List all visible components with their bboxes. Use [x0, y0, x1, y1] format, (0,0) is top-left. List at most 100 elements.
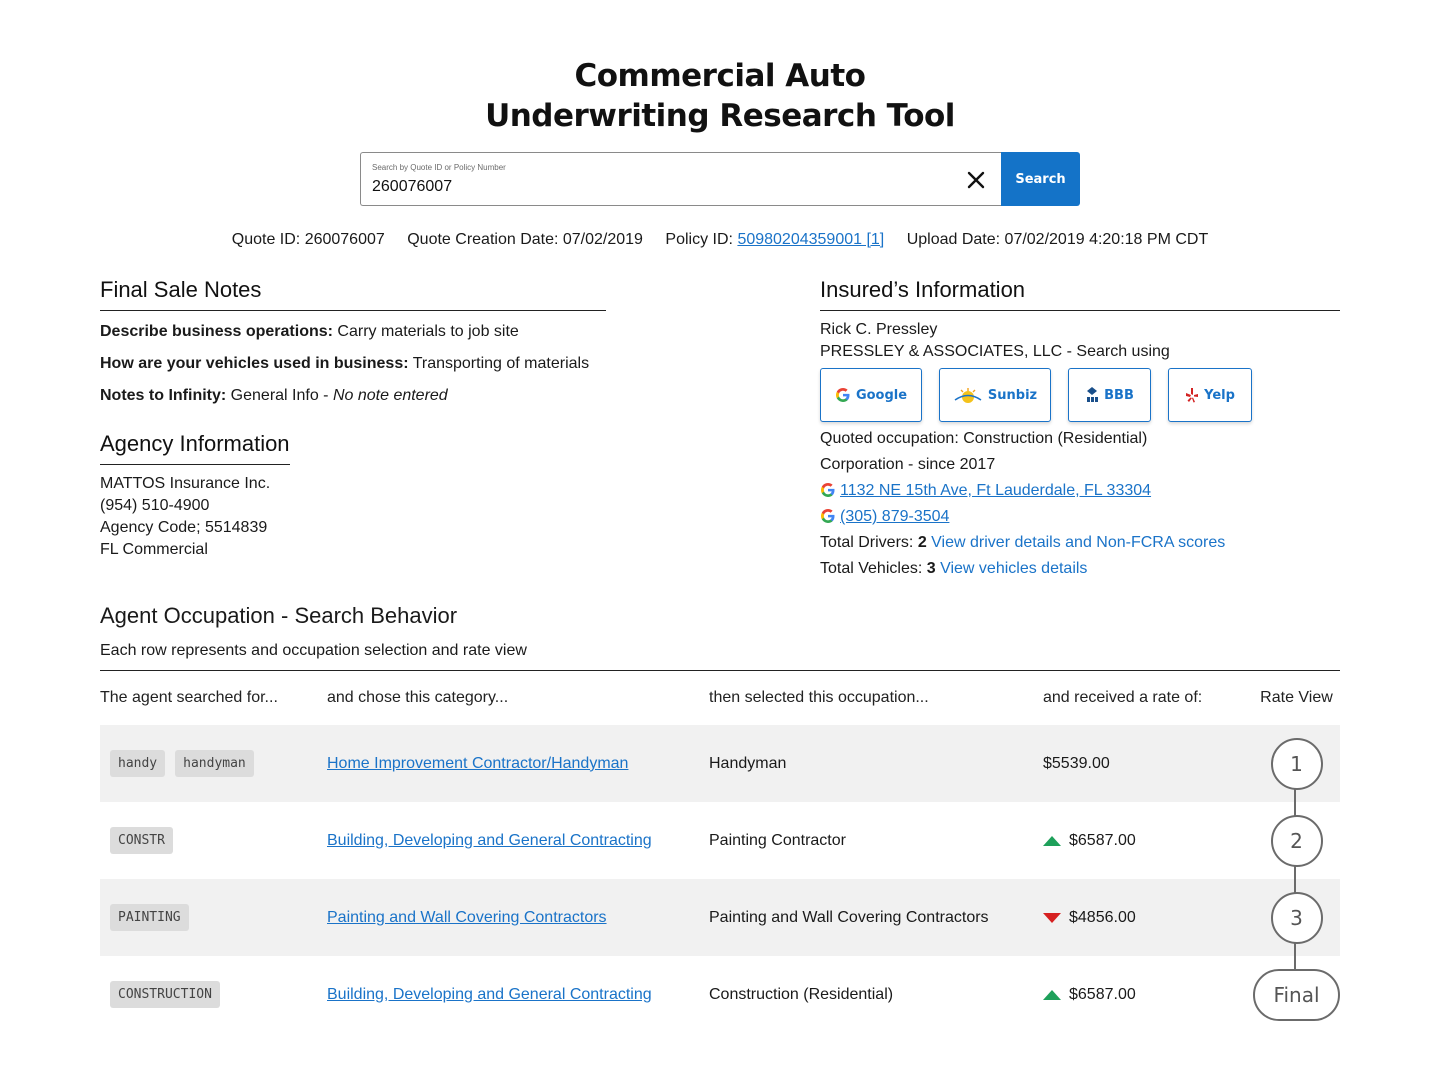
search-behavior-section: Agent Occupation - Search Behavior Each … [100, 602, 1340, 1033]
agency-information: Agency Information MATTOS Insurance Inc.… [100, 430, 290, 561]
search-tag: CONSTR [110, 827, 173, 854]
google-icon [821, 509, 835, 523]
quote-creation-date: Quote Creation Date: 07/02/2019 [407, 231, 643, 248]
category-link[interactable]: Painting and Wall Covering Contractors [327, 909, 607, 926]
rate-cell: $6587.00 [1043, 986, 1253, 1004]
search-tag: handy [110, 750, 166, 777]
col-occupation: then selected this occupation... [709, 689, 929, 706]
rate-view-step[interactable]: 2 [1270, 814, 1323, 867]
agency-phone: (954) 510-4900 [100, 497, 210, 514]
category-link[interactable]: Building, Developing and General Contrac… [327, 832, 652, 849]
total-vehicles: Total Vehicles: 3 View vehicles details [820, 556, 1340, 582]
table-row: PAINTING Painting and Wall Covering Cont… [100, 879, 1340, 956]
quote-id: Quote ID: 260076007 [231, 231, 385, 248]
phone-link[interactable]: (305) 879-3504 [840, 508, 949, 525]
search-tag: handyman [175, 750, 254, 777]
rate-value: $6587.00 [1069, 985, 1136, 1003]
table-header: The agent searched for... and chose this… [100, 671, 1340, 725]
final-sale-notes: Final Sale Notes Describe business opera… [100, 276, 606, 407]
rate-value: $5539.00 [1043, 754, 1110, 772]
search-bar: Search by Quote ID or Policy Number 2600… [360, 152, 1080, 206]
ops-label: Describe business operations: [100, 323, 333, 340]
address-row: 1132 NE 15th Ave, Ft Lauderdale, FL 3330… [820, 478, 1340, 504]
quoted-occupation: Quoted occupation: Construction (Residen… [820, 430, 1148, 447]
rate-value: $6587.00 [1069, 831, 1136, 849]
policy-id-link[interactable]: 50980204359001 [1] [737, 231, 884, 248]
notes-value: General Info - [230, 387, 329, 404]
upload-date: Upload Date: 07/02/2019 4:20:18 PM CDT [906, 231, 1209, 248]
notes-label: Notes to Infinity: [100, 387, 227, 404]
table-row: CONSTRUCTION Building, Developing and Ge… [100, 956, 1340, 1033]
rate-cell: $6587.00 [1043, 832, 1253, 850]
category-link[interactable]: Home Improvement Contractor/Handyman [327, 755, 628, 772]
sunbiz-icon [954, 388, 982, 403]
page-title: Commercial Auto Underwriting Research To… [0, 56, 1440, 136]
phone-row: (305) 879-3504 [820, 504, 1340, 530]
col-searched: The agent searched for... [100, 689, 278, 706]
insured-information: Insured’s Information Rick C. Pressley P… [820, 276, 1340, 582]
occupation-cell: Painting and Wall Covering Contractors [709, 908, 989, 926]
agency-name: MATTOS Insurance Inc. [100, 475, 271, 492]
address-link[interactable]: 1132 NE 15th Ave, Ft Lauderdale, FL 3330… [840, 482, 1151, 499]
final-sale-heading: Final Sale Notes [100, 276, 606, 311]
total-drivers: Total Drivers: 2 View driver details and… [820, 530, 1340, 556]
category-link[interactable]: Building, Developing and General Contrac… [327, 986, 652, 1003]
google-icon [821, 483, 835, 497]
rate-down-icon [1043, 912, 1061, 923]
yelp-icon [1186, 388, 1199, 403]
title-line-1: Commercial Auto [574, 58, 866, 94]
policy-id-label: Policy ID: [665, 231, 733, 248]
agency-line: FL Commercial [100, 541, 208, 558]
vehicles-label: Total Vehicles: [820, 560, 923, 577]
corporation-since: Corporation - since 2017 [820, 456, 996, 473]
col-rate-view: Rate View [1260, 689, 1333, 706]
rate-view-step[interactable]: 1 [1270, 737, 1323, 790]
search-input[interactable]: Search by Quote ID or Policy Number 2600… [360, 152, 1001, 206]
rate-view-connector [1294, 763, 1296, 994]
behavior-subtitle: Each row represents and occupation selec… [100, 642, 1340, 671]
sunbiz-label: Sunbiz [987, 387, 1038, 403]
use-value: Transporting of materials [412, 355, 590, 372]
google-label: Google [855, 387, 908, 403]
search-button[interactable]: Search [1001, 152, 1080, 206]
agency-heading: Agency Information [100, 430, 290, 465]
yelp-search-button[interactable]: Yelp [1168, 368, 1252, 422]
close-icon[interactable] [963, 167, 989, 193]
sunbiz-search-button[interactable]: Sunbiz [939, 368, 1051, 422]
bbb-icon [1087, 387, 1099, 402]
search-value[interactable]: 260076007 [372, 178, 452, 196]
rate-view-step[interactable]: 3 [1270, 891, 1323, 944]
quote-meta: Quote ID: 260076007 Quote Creation Date:… [0, 231, 1440, 249]
ops-value: Carry materials to job site [337, 323, 519, 340]
vehicle-details-link[interactable]: View vehicles details [940, 560, 1087, 577]
search-label: Search by Quote ID or Policy Number [372, 163, 506, 172]
table-body: handy handyman Home Improvement Contracto… [100, 725, 1340, 1033]
rate-view-final[interactable]: Final [1253, 968, 1340, 1021]
rate-cell: $4856.00 [1043, 909, 1253, 927]
insured-company: PRESSLEY & ASSOCIATES, LLC - Search usin… [820, 343, 1170, 360]
behavior-heading: Agent Occupation - Search Behavior [100, 603, 458, 628]
search-tag: PAINTING [110, 904, 189, 931]
table-row: handy handyman Home Improvement Contracto… [100, 725, 1340, 802]
google-search-button[interactable]: Google [820, 368, 922, 422]
use-label: How are your vehicles used in business: [100, 355, 409, 372]
driver-details-link[interactable]: View driver details and Non-FCRA scores [931, 534, 1225, 551]
occupation-cell: Handyman [709, 754, 787, 772]
search-tag: CONSTRUCTION [110, 981, 220, 1008]
bbb-search-button[interactable]: BBB [1068, 368, 1151, 422]
rate-up-icon [1043, 835, 1061, 846]
col-category: and chose this category... [327, 689, 509, 706]
policy-id: Policy ID: 50980204359001 [1] [665, 231, 884, 248]
agency-code: Agency Code; 5514839 [100, 519, 268, 536]
insured-heading: Insured’s Information [820, 276, 1340, 311]
yelp-label: Yelp [1204, 387, 1235, 403]
vehicle-use: How are your vehicles used in business: … [100, 353, 606, 375]
occupation-cell: Construction (Residential) [709, 985, 894, 1003]
title-line-2: Underwriting Research Tool [485, 98, 955, 134]
notes-italic: No note entered [332, 387, 448, 404]
occupation-cell: Painting Contractor [709, 831, 846, 849]
vehicles-count: 3 [926, 560, 936, 577]
insured-person: Rick C. Pressley [820, 321, 938, 338]
bbb-label: BBB [1104, 387, 1134, 403]
drivers-label: Total Drivers: [820, 534, 914, 551]
